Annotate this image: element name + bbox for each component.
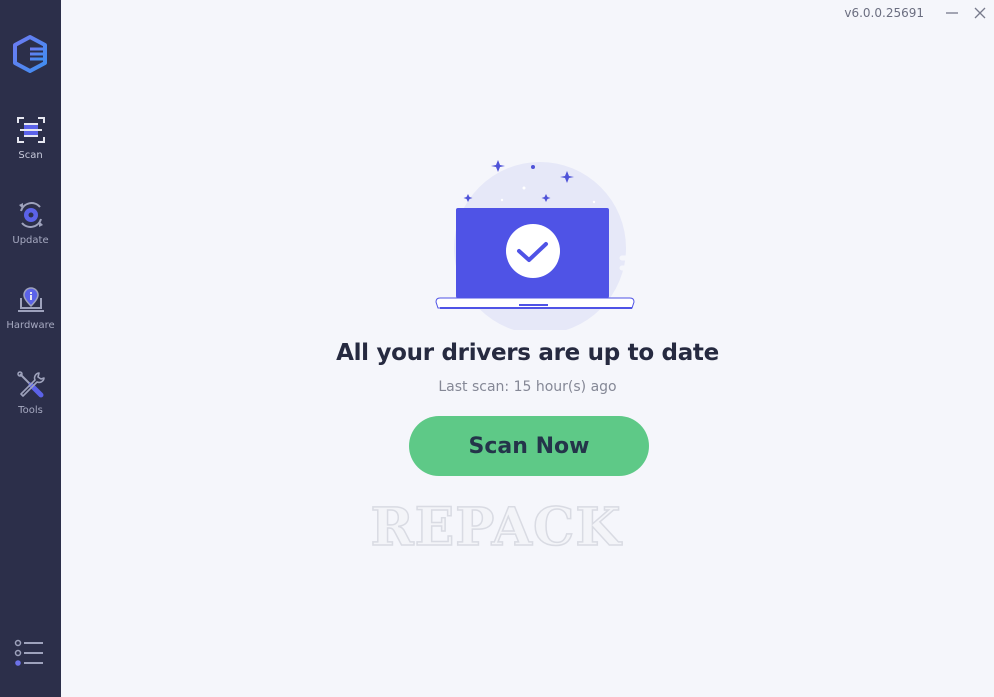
- title-bar: v6.0.0.25691: [844, 0, 994, 26]
- sidebar-item-update[interactable]: Update: [0, 199, 61, 269]
- version-label: v6.0.0.25691: [844, 6, 924, 20]
- minimize-icon: [946, 12, 958, 14]
- menu-list-icon[interactable]: [13, 638, 45, 668]
- sidebar-item-hardware[interactable]: Hardware: [0, 284, 61, 354]
- scan-now-button[interactable]: Scan Now: [409, 416, 649, 476]
- sidebar-item-tools[interactable]: Tools: [0, 369, 61, 439]
- sidebar-item-scan[interactable]: Scan: [0, 114, 61, 184]
- main-panel: v6.0.0.25691 All your drivers are up to …: [61, 0, 994, 697]
- app-logo-icon: [13, 35, 47, 73]
- sidebar: Scan Update Hardware Tools: [0, 0, 61, 697]
- sidebar-item-label: Update: [12, 235, 49, 246]
- repack-watermark: REPACK: [370, 496, 622, 559]
- close-button[interactable]: [966, 1, 994, 25]
- sidebar-item-label: Tools: [18, 405, 43, 416]
- minimize-button[interactable]: [938, 1, 966, 25]
- update-icon: [18, 202, 43, 228]
- tools-icon: [16, 371, 45, 398]
- scan-icon: [16, 117, 45, 143]
- last-scan-text: Last scan: 15 hour(s) ago: [438, 379, 617, 395]
- hardware-icon: [17, 287, 44, 312]
- close-icon: [974, 7, 986, 19]
- sidebar-item-label: Hardware: [6, 320, 55, 331]
- laptop-checkmark-icon: [435, 160, 644, 330]
- sidebar-item-label: Scan: [18, 150, 43, 161]
- status-headline: All your drivers are up to date: [336, 340, 719, 366]
